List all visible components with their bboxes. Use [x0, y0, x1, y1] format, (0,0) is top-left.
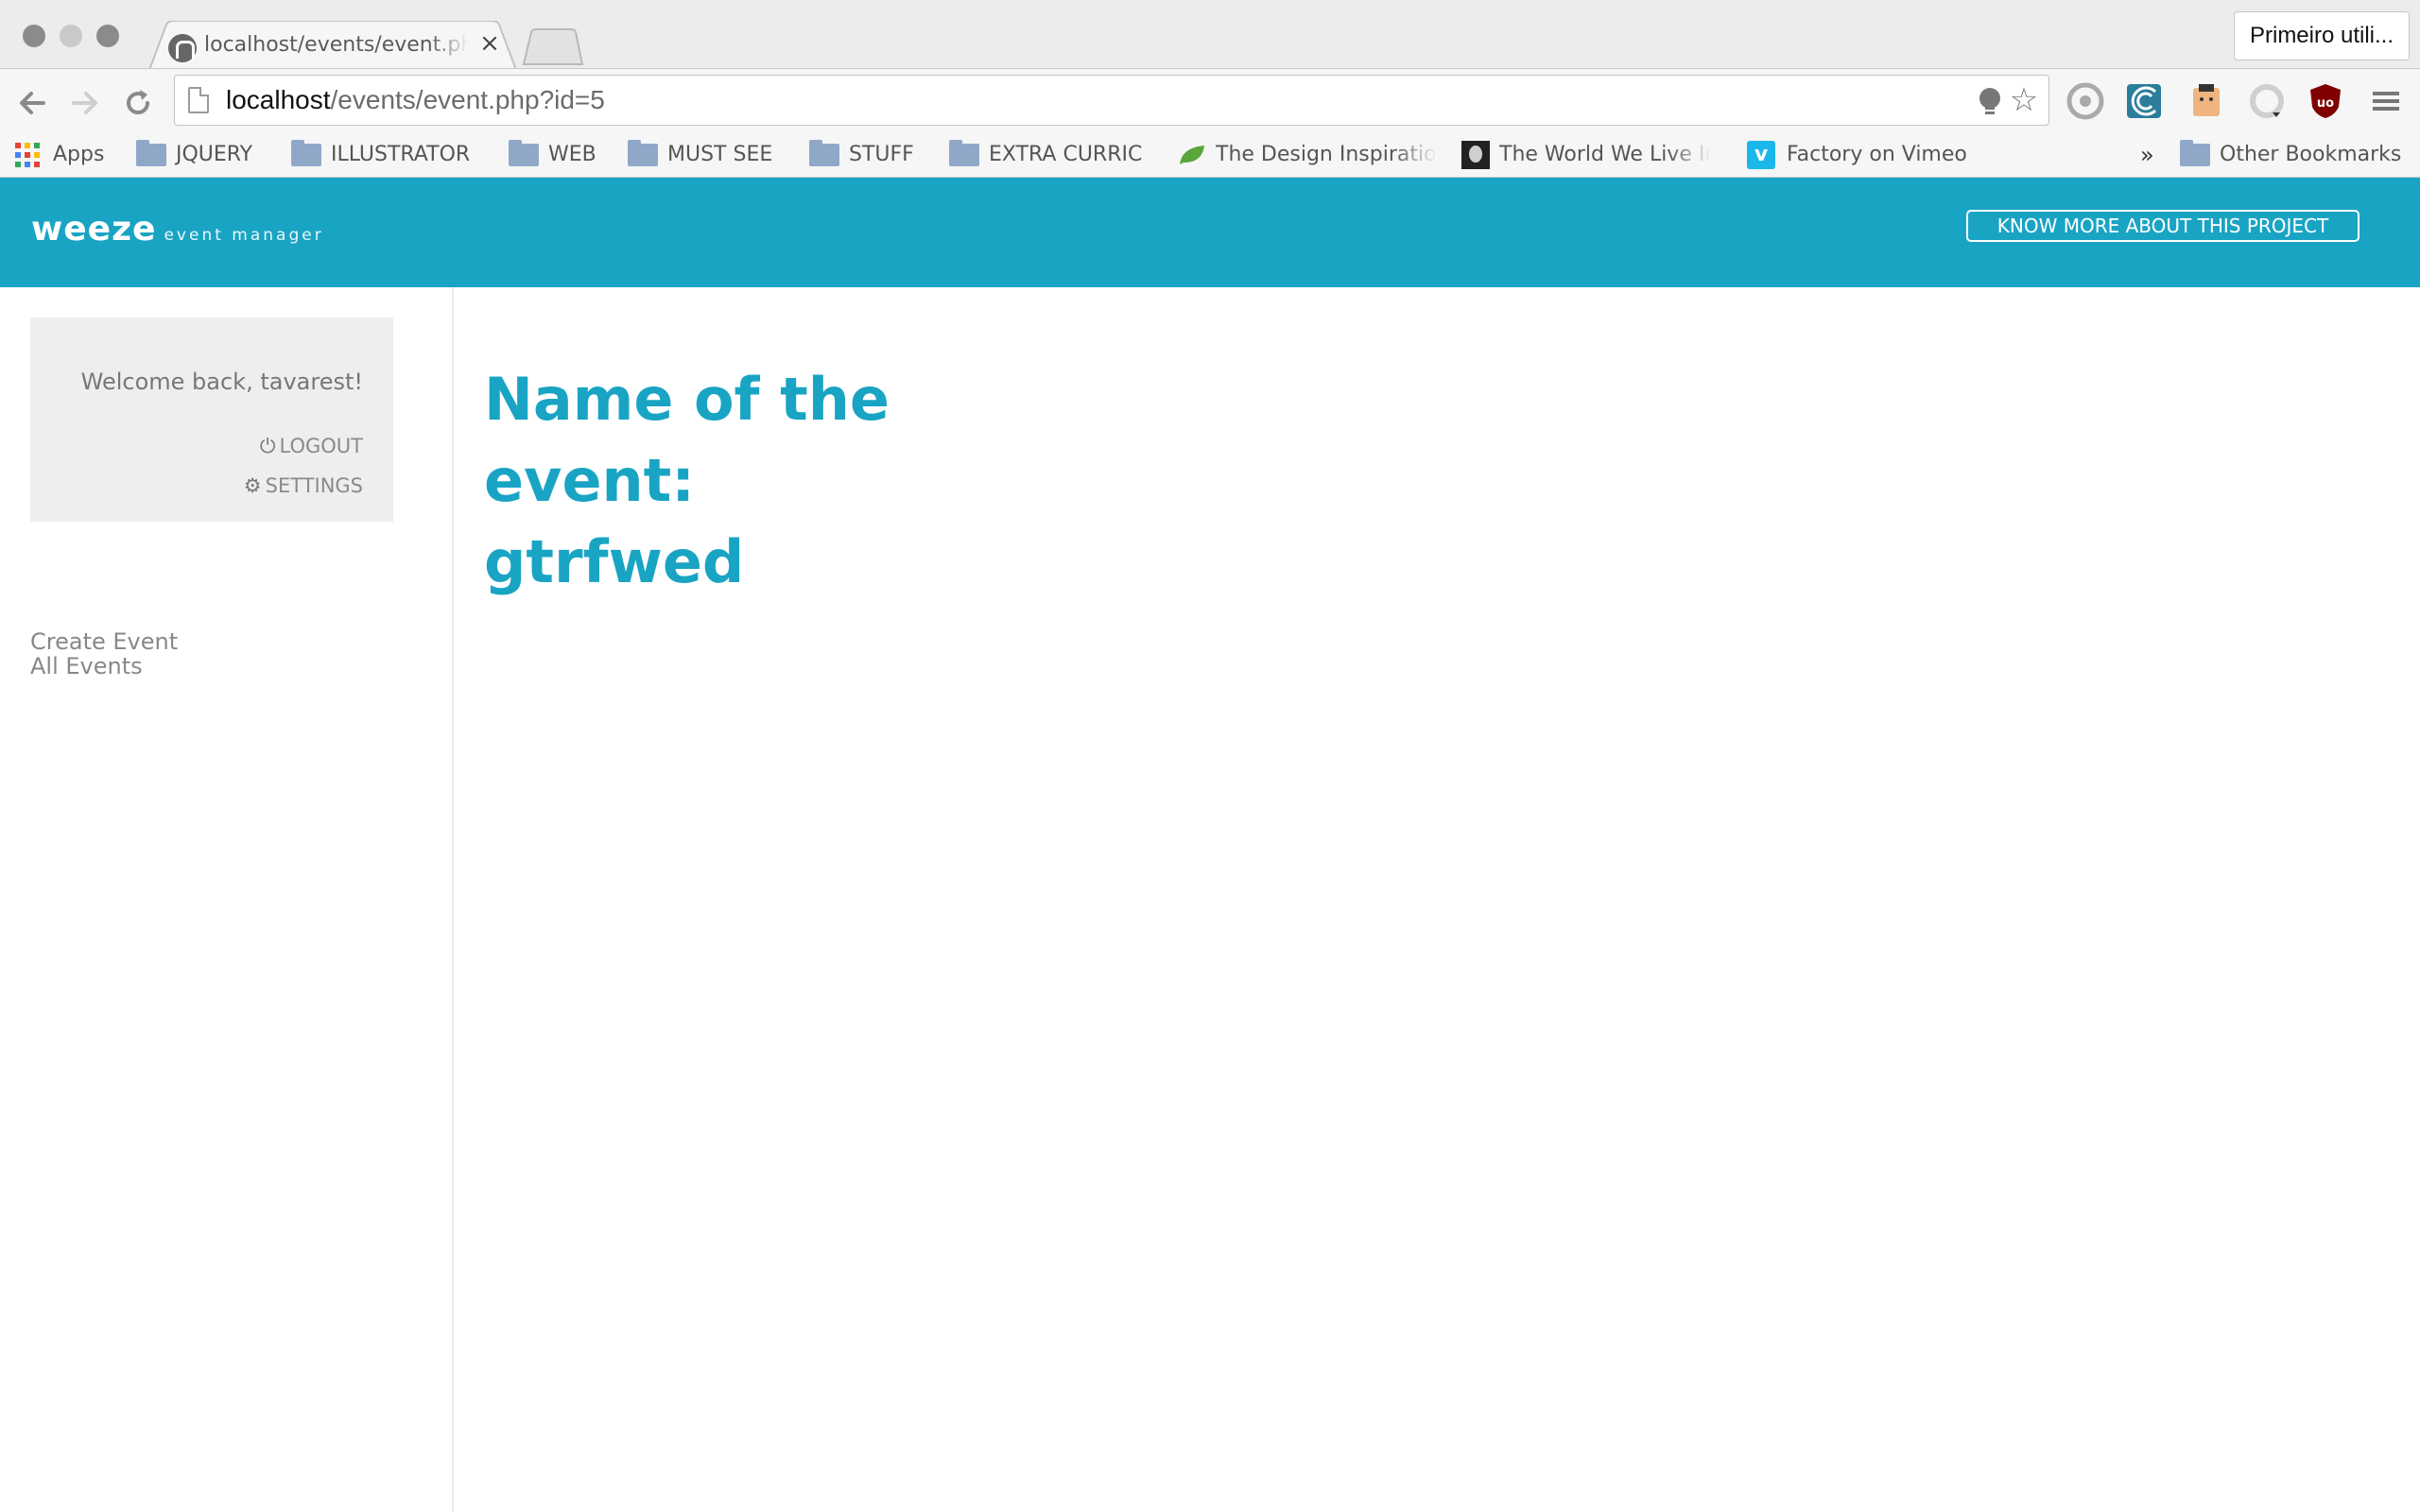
browser-tab-bar: localhost/events/event.php × Primeiro ut… [0, 0, 2420, 70]
all-events-link[interactable]: All Events [30, 654, 143, 679]
page-icon [188, 87, 209, 113]
bookmarks-bar: Apps JQUERY ILLUSTRATOR WEB MUST SEE STU… [0, 134, 2420, 178]
bookmark-folder-jquery[interactable]: JQUERY [136, 140, 252, 170]
window-zoom-button[interactable] [96, 25, 119, 47]
folder-icon [291, 140, 321, 166]
portrait-icon [1461, 141, 1490, 169]
folder-icon [628, 140, 658, 166]
forward-arrow-icon[interactable] [66, 84, 104, 122]
window-minimize-button[interactable] [60, 25, 82, 47]
weeze-logo[interactable]: weeze event manager [31, 210, 324, 249]
app-header: weeze event manager KNOW MORE ABOUT THIS … [0, 178, 2420, 287]
reload-icon[interactable] [119, 84, 157, 122]
bookmark-world-we-live-in[interactable]: The World We Live In [1461, 140, 1711, 170]
site-favicon-icon [168, 34, 197, 62]
ublock-icon[interactable]: uo [2307, 82, 2344, 120]
bookmark-apps[interactable]: Apps [15, 140, 104, 170]
profile-button[interactable]: Primeiro utili... [2234, 11, 2410, 60]
tab-title: localhost/events/event.php [204, 33, 469, 57]
folder-icon [949, 140, 979, 166]
browser-toolbar: localhost/events/event.php?id=5 ☆ uo [0, 68, 2420, 134]
lightbulb-icon[interactable] [1977, 87, 2003, 115]
folder-icon [136, 140, 166, 166]
create-event-link[interactable]: Create Event [30, 629, 178, 654]
leaf-icon [1180, 146, 1204, 164]
bookmark-folder-extra-curric[interactable]: EXTRA CURRIC [949, 140, 1142, 170]
bookmarks-overflow-button[interactable]: » [2140, 140, 2154, 170]
bookmark-other-bookmarks[interactable]: Other Bookmarks [2180, 140, 2401, 170]
bookmark-folder-illustrator[interactable]: ILLUSTRATOR [291, 140, 470, 170]
folder-icon [809, 140, 839, 166]
svg-text:uo: uo [2317, 96, 2334, 111]
extension-ring-icon[interactable] [2248, 82, 2286, 120]
address-bar[interactable]: localhost/events/event.php?id=5 ☆ [174, 75, 2049, 126]
extension-wave-icon[interactable] [2125, 82, 2163, 120]
bookmark-design-inspiration[interactable]: The Design Inspiration [1178, 140, 1437, 170]
folder-icon [509, 140, 539, 166]
bookmark-folder-web[interactable]: WEB [509, 140, 596, 170]
bookmark-factory-on-vimeo[interactable]: v Factory on Vimeo [1747, 140, 1967, 170]
gear-icon: ⚙ [243, 474, 262, 497]
new-tab-button[interactable] [522, 28, 584, 66]
welcome-message: Welcome back, tavarest! [80, 369, 363, 395]
tab-close-icon[interactable]: × [478, 28, 501, 59]
bookmark-star-icon[interactable]: ☆ [2007, 83, 2041, 117]
menu-hamburger-icon[interactable] [2367, 82, 2405, 120]
know-more-button[interactable]: KNOW MORE ABOUT THIS PROJECT [1966, 210, 2360, 242]
extension-circle-icon[interactable] [2066, 82, 2104, 120]
extension-face-icon[interactable] [2187, 82, 2225, 120]
vimeo-icon: v [1747, 141, 1775, 169]
browser-tab-active[interactable]: localhost/events/event.php × [149, 21, 516, 70]
event-title: Name of the event: gtrfwed [484, 365, 890, 596]
url-text[interactable]: localhost/events/event.php?id=5 [226, 76, 605, 125]
sidebar: Welcome back, tavarest! ⏻ LOGOUT ⚙ SETTING… [0, 287, 454, 1512]
apps-grid-icon [15, 143, 40, 167]
window-close-button[interactable] [23, 25, 45, 47]
user-panel: Welcome back, tavarest! ⏻ LOGOUT ⚙ SETTING… [30, 318, 393, 522]
settings-link[interactable]: ⚙ SETTINGS [244, 474, 363, 497]
bookmark-folder-stuff[interactable]: STUFF [809, 140, 914, 170]
bookmark-folder-must-see[interactable]: MUST SEE [628, 140, 772, 170]
logout-link[interactable]: ⏻ LOGOUT [260, 435, 363, 458]
back-arrow-icon[interactable] [13, 84, 51, 122]
folder-icon [2180, 140, 2210, 166]
power-icon: ⏻ [259, 435, 276, 457]
